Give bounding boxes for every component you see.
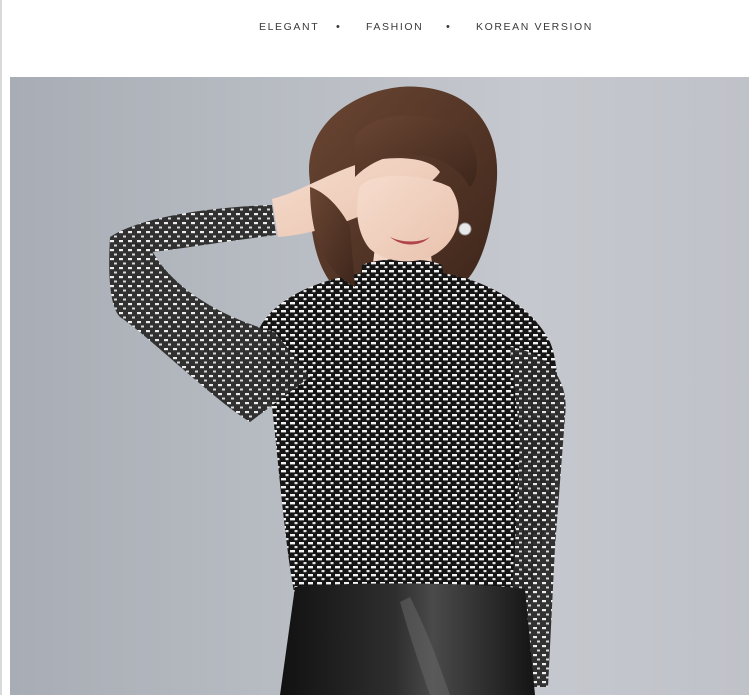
- earring-shape: [458, 222, 472, 236]
- turtleneck-collar: [358, 259, 450, 325]
- tagline-bar: ELEGANT • FASHION • KOREAN VERSION: [0, 20, 749, 36]
- tagline-fashion: FASHION: [366, 21, 424, 33]
- tagline-separator: •: [446, 21, 450, 33]
- tagline-separator: •: [336, 21, 340, 33]
- tagline-korean-version: KOREAN VERSION: [476, 21, 593, 33]
- product-photo: [10, 77, 749, 695]
- page-left-border: [0, 0, 2, 695]
- tagline-elegant: ELEGANT: [259, 21, 320, 33]
- sleeve-raised-forearm: [110, 205, 276, 252]
- model-illustration: [109, 86, 566, 695]
